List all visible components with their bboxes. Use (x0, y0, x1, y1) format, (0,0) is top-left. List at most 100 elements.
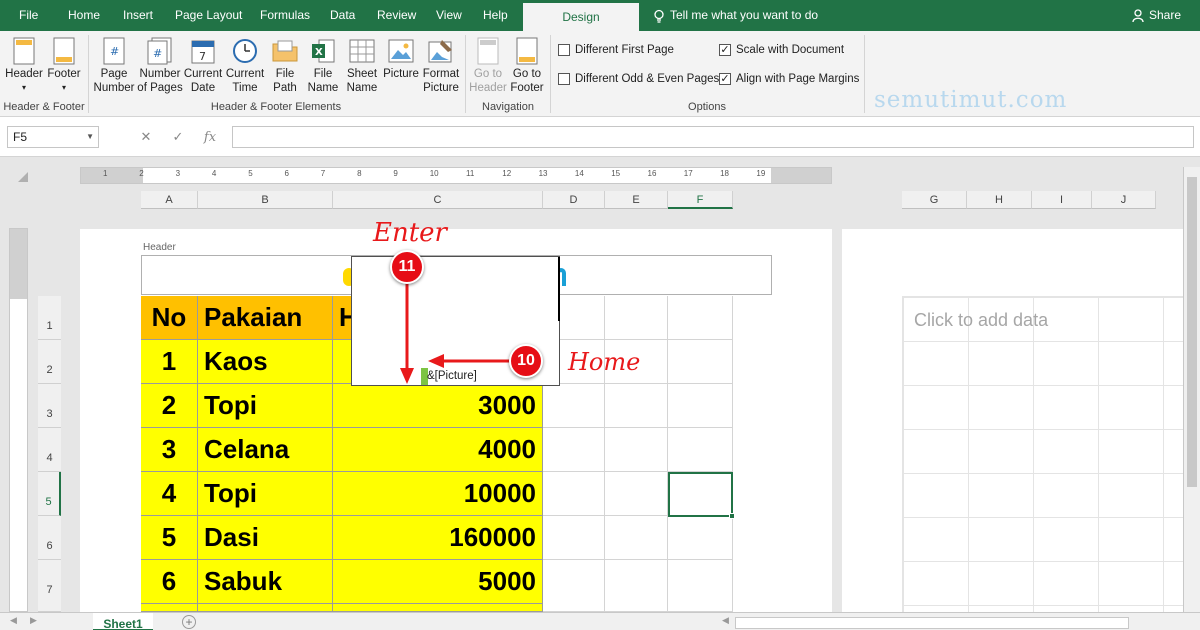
sheet-tab-sheet1[interactable]: Sheet1 (93, 613, 153, 630)
tab-page-layout[interactable]: Page Layout (169, 0, 248, 31)
tab-design[interactable]: Design (523, 3, 639, 31)
cell-price[interactable]: 5000 (333, 560, 543, 604)
empty-cell[interactable] (605, 296, 668, 340)
cell-no[interactable]: 6 (141, 560, 198, 604)
header-cell-no[interactable]: No (141, 296, 198, 340)
tell-me-search[interactable]: Tell me what you want to do (652, 0, 818, 31)
cell-no[interactable]: 1 (141, 340, 198, 384)
current-date-button[interactable]: 7 Current Date (183, 35, 223, 95)
empty-cell[interactable] (605, 516, 668, 560)
current-time-button[interactable]: Current Time (224, 35, 266, 95)
cell-price[interactable]: 10000 (333, 472, 543, 516)
cell-no[interactable]: 3 (141, 428, 198, 472)
next-sheet-icon[interactable]: ▶ (30, 615, 37, 626)
picture-button[interactable]: Picture (382, 35, 420, 81)
vertical-scrollbar[interactable] (1183, 167, 1200, 612)
formula-input[interactable] (232, 126, 1194, 148)
column-header-e[interactable]: E (605, 191, 668, 209)
cell-price[interactable]: 4000 (333, 428, 543, 472)
empty-cell[interactable] (668, 428, 733, 472)
cell-no[interactable]: 5 (141, 516, 198, 560)
cell-item[interactable]: Celana (198, 428, 333, 472)
insert-function-icon[interactable]: fx (194, 127, 226, 149)
column-header-c[interactable]: C (333, 191, 543, 209)
cell-item[interactable]: Sabuk (198, 560, 333, 604)
empty-cell[interactable] (543, 516, 605, 560)
cell-no[interactable]: 4 (141, 472, 198, 516)
scroll-left-icon[interactable]: ◀ (722, 615, 729, 626)
header-cell-pakaian[interactable]: Pakaian (198, 296, 333, 340)
number-of-pages-button[interactable]: # Number of Pages (137, 35, 183, 95)
cell-item[interactable]: Topi (198, 472, 333, 516)
different-first-page-checkbox[interactable]: Different First Page (558, 44, 674, 56)
cell-item[interactable]: Topi (198, 384, 333, 428)
column-header-i[interactable]: I (1032, 191, 1092, 209)
empty-cell[interactable] (668, 384, 733, 428)
tab-home[interactable]: Home (62, 0, 106, 31)
empty-cell[interactable] (668, 296, 733, 340)
different-odd-even-checkbox[interactable]: Different Odd & Even Pages (558, 73, 719, 85)
tab-file[interactable]: File (13, 0, 44, 31)
row-header-6[interactable]: 6 (38, 516, 61, 560)
column-header-b[interactable]: B (198, 191, 333, 209)
page-number-button[interactable]: # Page Number (92, 35, 136, 95)
cell-item[interactable]: Dasi (198, 516, 333, 560)
empty-cell[interactable] (605, 384, 668, 428)
row-header-2[interactable]: 2 (38, 340, 61, 384)
go-to-footer-button[interactable]: Go to Footer (508, 35, 546, 95)
add-sheet-icon[interactable]: + (182, 615, 196, 629)
scrollbar-thumb[interactable] (1187, 177, 1197, 487)
file-name-button[interactable]: X File Name (306, 35, 340, 95)
column-header-d[interactable]: D (543, 191, 605, 209)
picture-field-code[interactable]: &[Picture] (427, 370, 477, 382)
go-to-header-button[interactable]: Go to Header (469, 35, 507, 95)
horizontal-scrollbar[interactable] (735, 617, 1129, 629)
empty-cell[interactable] (668, 560, 733, 612)
align-with-margins-checkbox[interactable]: ✓ Align with Page Margins (719, 73, 859, 85)
empty-cell[interactable] (668, 340, 733, 384)
tab-view[interactable]: View (430, 0, 468, 31)
cell-item[interactable]: Kaos (198, 340, 333, 384)
column-header-g[interactable]: G (902, 191, 967, 209)
row-header-1[interactable]: 1 (38, 296, 61, 340)
footer-button[interactable]: Footer ▾ (46, 35, 82, 95)
scale-with-document-checkbox[interactable]: ✓ Scale with Document (719, 44, 844, 56)
format-picture-button[interactable]: Format Picture (421, 35, 461, 95)
cell-no[interactable]: 2 (141, 384, 198, 428)
header-button[interactable]: Header ▾ (4, 35, 44, 95)
column-header-a[interactable]: A (141, 191, 198, 209)
empty-cell[interactable] (605, 428, 668, 472)
active-cell-f5[interactable] (668, 472, 735, 519)
name-box[interactable]: F5 ▼ (7, 126, 99, 148)
row-header-7[interactable]: 7 (38, 560, 61, 612)
share-button[interactable]: Share (1132, 0, 1181, 31)
column-header-j[interactable]: J (1092, 191, 1156, 209)
row-header-5[interactable]: 5 (38, 472, 61, 516)
tab-review[interactable]: Review (371, 0, 422, 31)
confirm-icon[interactable]: ✓ (162, 126, 194, 148)
cancel-icon[interactable]: ✕ (130, 126, 162, 148)
empty-cell[interactable] (543, 560, 605, 612)
row-header-3[interactable]: 3 (38, 384, 61, 428)
tab-help[interactable]: Help (477, 0, 514, 31)
empty-cell[interactable] (543, 384, 605, 428)
cell-price[interactable]: 3000 (333, 384, 543, 428)
column-header-h[interactable]: H (967, 191, 1032, 209)
click-to-add-data[interactable]: Click to add data (914, 310, 1048, 331)
empty-cell[interactable] (605, 472, 668, 516)
tab-insert[interactable]: Insert (117, 0, 159, 31)
cell-price[interactable]: 160000 (333, 516, 543, 560)
tab-formulas[interactable]: Formulas (254, 0, 316, 31)
select-all-corner[interactable] (18, 172, 28, 182)
empty-cell[interactable] (543, 428, 605, 472)
row-header-4[interactable]: 4 (38, 428, 61, 472)
empty-cell[interactable] (543, 472, 605, 516)
column-header-f[interactable]: F (668, 191, 733, 209)
sheet-name-button[interactable]: Sheet Name (343, 35, 381, 95)
empty-cell[interactable] (668, 516, 733, 560)
prev-sheet-icon[interactable]: ◀ (10, 615, 17, 626)
tab-data[interactable]: Data (324, 0, 361, 31)
fill-handle[interactable] (729, 513, 735, 519)
file-path-button[interactable]: File Path (268, 35, 302, 95)
empty-cell[interactable] (605, 560, 668, 612)
